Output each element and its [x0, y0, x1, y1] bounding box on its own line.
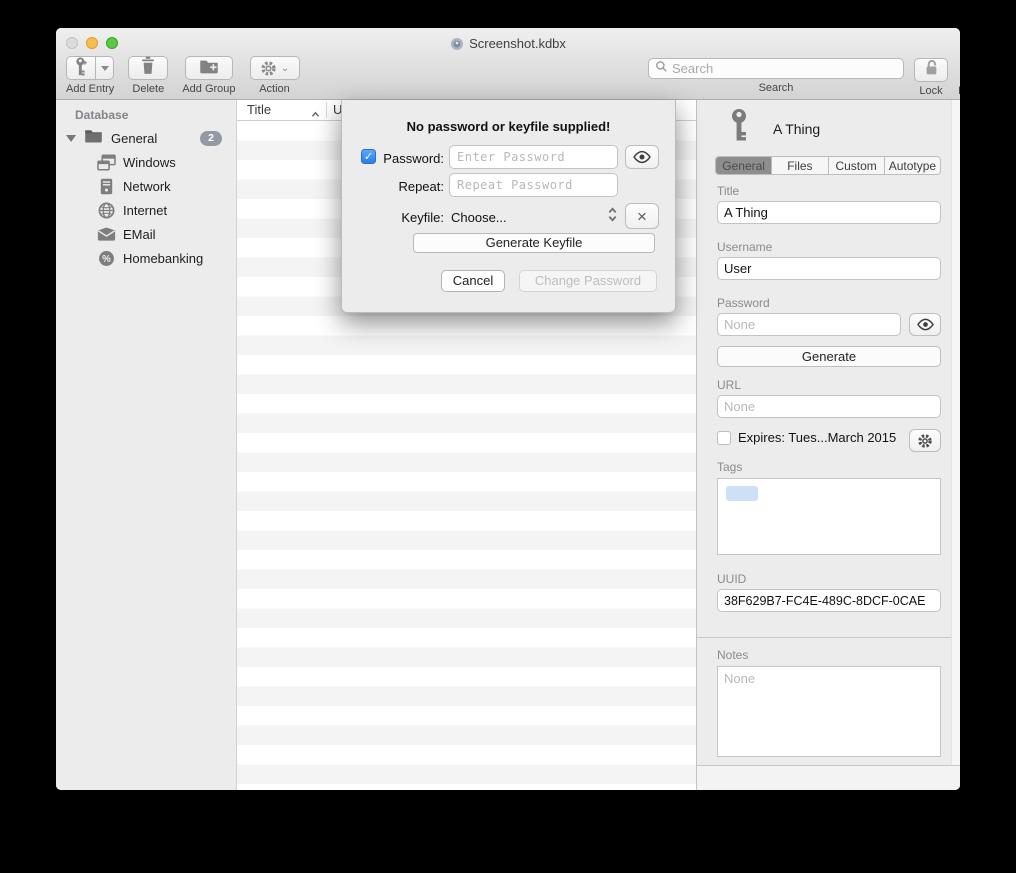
document-icon [450, 37, 464, 54]
username-field[interactable] [717, 257, 941, 280]
sidebar-section-header: Database [75, 108, 128, 122]
trash-icon [140, 56, 156, 80]
dialog-reveal-password-button[interactable] [625, 145, 659, 169]
key-icon [729, 108, 749, 150]
expires-label: Expires: Tues...March 2015 [738, 430, 896, 445]
sidebar-item-network[interactable]: Network [56, 174, 236, 198]
entry-title: A Thing [773, 121, 820, 137]
password-field[interactable] [717, 313, 901, 336]
lock-button[interactable]: Lock [914, 58, 948, 97]
title-label: Title [717, 184, 739, 198]
column-divider[interactable] [326, 102, 327, 118]
inspector-scrollbar[interactable] [951, 100, 960, 765]
generate-keyfile-button[interactable]: Generate Keyfile [413, 233, 655, 253]
tag-pill[interactable] [726, 486, 758, 501]
add-group-button[interactable]: Add Group [182, 56, 235, 95]
gear-icon [917, 433, 933, 449]
chevron-down-icon: ⌄ [281, 63, 289, 74]
app-window: Screenshot.kdbx Add Entry Del [56, 28, 960, 790]
clear-keyfile-button[interactable]: × [625, 203, 659, 229]
column-header-title[interactable]: Title [247, 102, 271, 117]
dialog-keyfile-label: Keyfile: [360, 210, 444, 225]
tags-field[interactable] [717, 478, 941, 555]
dialog-password-label: Password: [360, 151, 444, 166]
tab-general[interactable]: General [716, 157, 772, 174]
change-password-sheet: No password or keyfile supplied! ✓ Passw… [341, 100, 676, 313]
keyfile-popup[interactable]: Choose... [451, 210, 507, 225]
inspector-button[interactable]: i Inspector [958, 58, 960, 97]
sidebar-item-windows[interactable]: Windows [56, 150, 236, 174]
search-area: Search [648, 58, 904, 94]
sidebar-item-homebanking[interactable]: % Homebanking [56, 246, 236, 270]
add-entry-dropdown[interactable] [96, 56, 114, 80]
stepper-icon[interactable] [607, 206, 618, 228]
dialog-repeat-input[interactable] [449, 173, 618, 197]
sidebar-item-email[interactable]: EMail [56, 222, 236, 246]
envelope-icon [96, 227, 116, 241]
globe-icon [96, 202, 116, 219]
dialog-repeat-label: Repeat: [360, 179, 444, 194]
window-title: Screenshot.kdbx [56, 36, 960, 54]
windows-icon [96, 154, 116, 171]
dialog-password-input[interactable] [449, 145, 618, 169]
tab-files[interactable]: Files [772, 157, 828, 174]
sidebar: Database General 2 Windows Network [56, 100, 237, 790]
gear-icon [260, 60, 277, 77]
sort-ascending-icon [311, 106, 320, 121]
svg-text:%: % [102, 253, 111, 264]
cancel-button[interactable]: Cancel [441, 270, 505, 292]
password-label: Password [717, 296, 770, 310]
url-label: URL [717, 378, 741, 392]
change-password-button[interactable]: Change Password [519, 270, 657, 292]
chevron-down-icon [101, 66, 109, 71]
delete-button[interactable]: Delete [128, 56, 168, 95]
generate-password-button[interactable]: Generate [717, 346, 941, 367]
sheet-message: No password or keyfile supplied! [342, 119, 675, 134]
lock-icon [924, 59, 939, 82]
key-plus-icon[interactable] [66, 56, 96, 80]
close-x-icon: × [637, 208, 647, 225]
title-field[interactable] [717, 201, 941, 224]
folder-plus-icon [199, 58, 219, 79]
notes-label: Notes [717, 648, 748, 662]
sidebar-item-internet[interactable]: Internet [56, 198, 236, 222]
expires-checkbox[interactable] [717, 431, 731, 445]
url-field[interactable] [717, 395, 941, 418]
add-entry-button[interactable]: Add Entry [66, 56, 114, 95]
server-icon [96, 178, 116, 195]
uuid-field[interactable] [717, 589, 941, 612]
inspector-tabs: General Files Custom Autotype [715, 156, 941, 175]
notes-field[interactable] [717, 666, 941, 757]
entry-count-badge: 2 [200, 131, 222, 146]
tags-label: Tags [717, 460, 742, 474]
uuid-label: UUID [717, 572, 746, 586]
search-icon [655, 60, 668, 78]
search-field[interactable] [648, 58, 904, 79]
eye-icon [632, 150, 652, 164]
folder-icon [84, 128, 103, 148]
window-chrome: Screenshot.kdbx Add Entry Del [56, 28, 960, 100]
username-label: Username [717, 240, 772, 254]
reveal-password-button[interactable] [909, 313, 941, 336]
action-button[interactable]: ⌄ Action [250, 56, 300, 95]
tab-autotype[interactable]: Autotype [885, 157, 940, 174]
inspector-footer [697, 766, 960, 790]
disclosure-triangle-icon[interactable] [66, 135, 76, 142]
expires-settings-button[interactable] [909, 429, 941, 452]
inspector-panel: A Thing General Files Custom Autotype Ti… [696, 100, 960, 790]
sidebar-item-general[interactable]: General 2 [56, 126, 236, 150]
percent-icon: % [96, 250, 116, 267]
search-input[interactable] [672, 61, 897, 76]
tab-custom[interactable]: Custom [829, 157, 885, 174]
eye-icon [916, 318, 935, 331]
